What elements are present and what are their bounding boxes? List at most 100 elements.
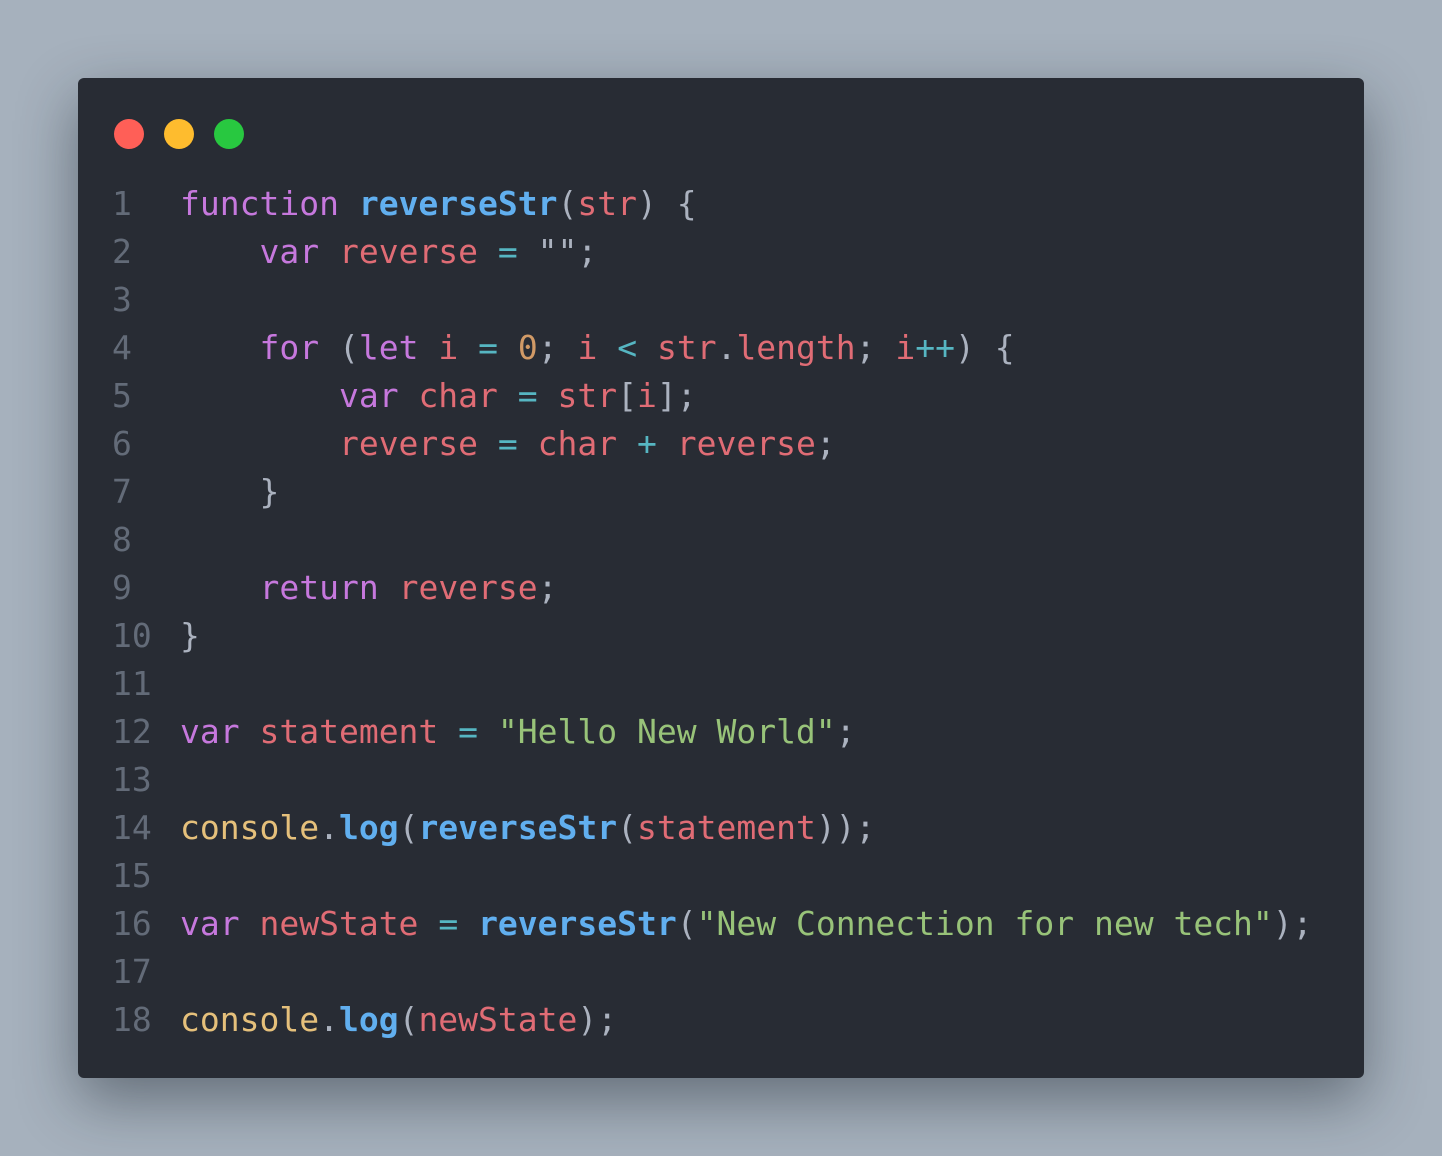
- line-source: var reverse = "";: [180, 228, 597, 276]
- token-op: =: [497, 232, 518, 271]
- code-block: 1 function reverseStr(str) { 2 var reverse…: [78, 180, 1364, 1044]
- token-str: "Hello New World": [497, 712, 836, 751]
- token-var: reverse: [676, 424, 816, 463]
- line-number: 13: [112, 760, 152, 799]
- token-fn: reverseStr: [358, 184, 558, 223]
- token-obj: console: [180, 1000, 320, 1039]
- window-controls: [114, 119, 244, 149]
- maximize-dot-icon[interactable]: [214, 119, 244, 149]
- code-line: 18 console.log(newState);: [78, 996, 1364, 1044]
- line-source: reverse = char + reverse;: [180, 420, 836, 468]
- line-number: 3: [112, 280, 132, 319]
- code-line: 8: [78, 516, 1364, 564]
- token-var: reverse: [338, 232, 479, 271]
- code-line: 1 function reverseStr(str) {: [78, 180, 1364, 228]
- token-kw: var: [259, 232, 320, 271]
- line-number: 11: [112, 664, 152, 703]
- line-number: 12: [112, 712, 152, 751]
- token-plain: ;: [835, 712, 856, 751]
- token-op: =: [478, 328, 498, 367]
- code-line: 16 var newState = reverseStr("New Connect…: [78, 900, 1364, 948]
- token-kw: var: [180, 904, 240, 943]
- line-number: 15: [112, 856, 152, 895]
- token-var: reverse: [338, 424, 479, 463]
- token-plain: .: [319, 1000, 339, 1039]
- code-line: 6 reverse = char + reverse;: [78, 420, 1364, 468]
- line-number: 17: [112, 952, 152, 991]
- token-plain: ;: [537, 328, 578, 367]
- code-line: 15: [78, 852, 1364, 900]
- line-source: var char = str[i];: [180, 372, 697, 420]
- code-line: 3: [78, 276, 1364, 324]
- token-kw: var: [338, 376, 399, 415]
- token-plain: .: [716, 328, 737, 367]
- line-source: return reverse;: [180, 564, 557, 612]
- token-plain: ;: [815, 424, 836, 463]
- token-var: newState: [418, 1000, 578, 1039]
- token-op: =: [438, 904, 459, 943]
- token-var: statement: [637, 808, 816, 847]
- token-fn: reverseStr: [478, 904, 677, 943]
- token-plain: }: [180, 472, 280, 511]
- token-plain: [: [617, 376, 638, 415]
- token-num: 0: [517, 328, 538, 367]
- line-number: 2: [112, 232, 132, 271]
- token-var: char: [418, 376, 498, 415]
- line-source: for (let i = 0; i < str.length; i++) {: [180, 324, 1015, 372]
- token-var: i: [637, 376, 657, 415]
- line-number: 4: [112, 328, 132, 367]
- token-op: =: [497, 424, 518, 463]
- token-op: =: [517, 376, 538, 415]
- line-number: 5: [112, 376, 132, 415]
- close-dot-icon[interactable]: [114, 119, 144, 149]
- minimize-dot-icon[interactable]: [164, 119, 194, 149]
- token-var: newState: [259, 904, 419, 943]
- token-var: str: [577, 184, 637, 223]
- token-plain: ;: [855, 328, 896, 367]
- token-op: =: [458, 712, 479, 751]
- token-plain: ) {: [637, 184, 697, 223]
- token-fn: log: [338, 808, 399, 847]
- token-var: length: [736, 328, 856, 367]
- line-number: 6: [112, 424, 132, 463]
- token-plain: );: [577, 1000, 618, 1039]
- token-plain: (: [676, 904, 697, 943]
- token-kw: return: [259, 568, 379, 607]
- token-var: reverse: [398, 568, 538, 607]
- token-plain: "";: [517, 232, 598, 271]
- line-source: var statement = "Hello New World";: [180, 708, 856, 756]
- line-number: 9: [112, 568, 132, 607]
- code-line: 13: [78, 756, 1364, 804]
- code-line: 10}: [78, 612, 1364, 660]
- token-plain: ];: [656, 376, 697, 415]
- token-plain: ) {: [955, 328, 1015, 367]
- token-plain: (: [398, 808, 419, 847]
- token-plain: }: [180, 616, 200, 655]
- token-var: str: [557, 376, 618, 415]
- line-source: console.log(reverseStr(statement));: [180, 804, 875, 852]
- line-number: 16: [112, 904, 152, 943]
- token-op: ++: [915, 328, 956, 367]
- token-plain: ));: [815, 808, 876, 847]
- token-plain: );: [1272, 904, 1313, 943]
- token-kw: for: [259, 328, 320, 367]
